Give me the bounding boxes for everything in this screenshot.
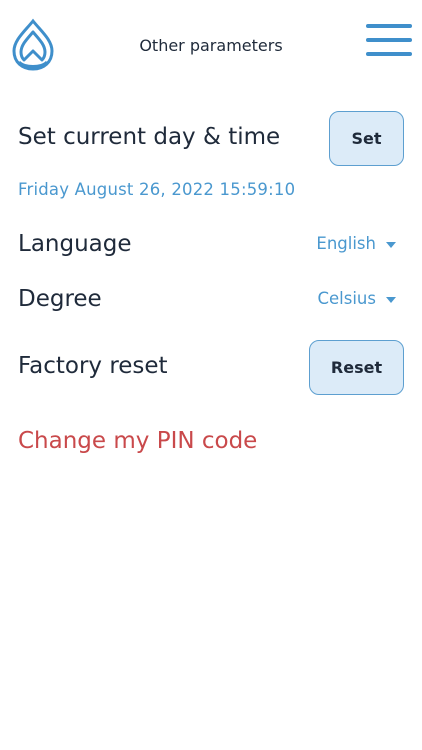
hamburger-menu-icon[interactable] <box>366 22 414 58</box>
current-datetime: Friday August 26, 2022 15:59:10 <box>18 180 296 199</box>
degree-label: Degree <box>18 286 102 312</box>
menu-bar <box>366 24 412 28</box>
set-datetime-label: Set current day & time <box>18 124 281 150</box>
language-select[interactable]: English <box>316 234 396 253</box>
factory-reset-label: Factory reset <box>18 353 168 379</box>
page-title: Other parameters <box>139 36 283 55</box>
language-label: Language <box>18 231 132 257</box>
language-selected-value: English <box>316 234 376 253</box>
degree-selected-value: Celsius <box>317 289 377 308</box>
menu-bar <box>366 38 412 42</box>
app-header: Other parameters <box>0 0 422 92</box>
degree-select[interactable]: Celsius <box>317 289 396 308</box>
caret-down-icon <box>386 296 396 303</box>
set-datetime-button[interactable]: Set <box>329 111 404 166</box>
change-pin-link[interactable]: Change my PIN code <box>18 428 257 454</box>
menu-bar <box>366 52 412 56</box>
factory-reset-button[interactable]: Reset <box>309 340 404 395</box>
caret-down-icon <box>386 241 396 248</box>
